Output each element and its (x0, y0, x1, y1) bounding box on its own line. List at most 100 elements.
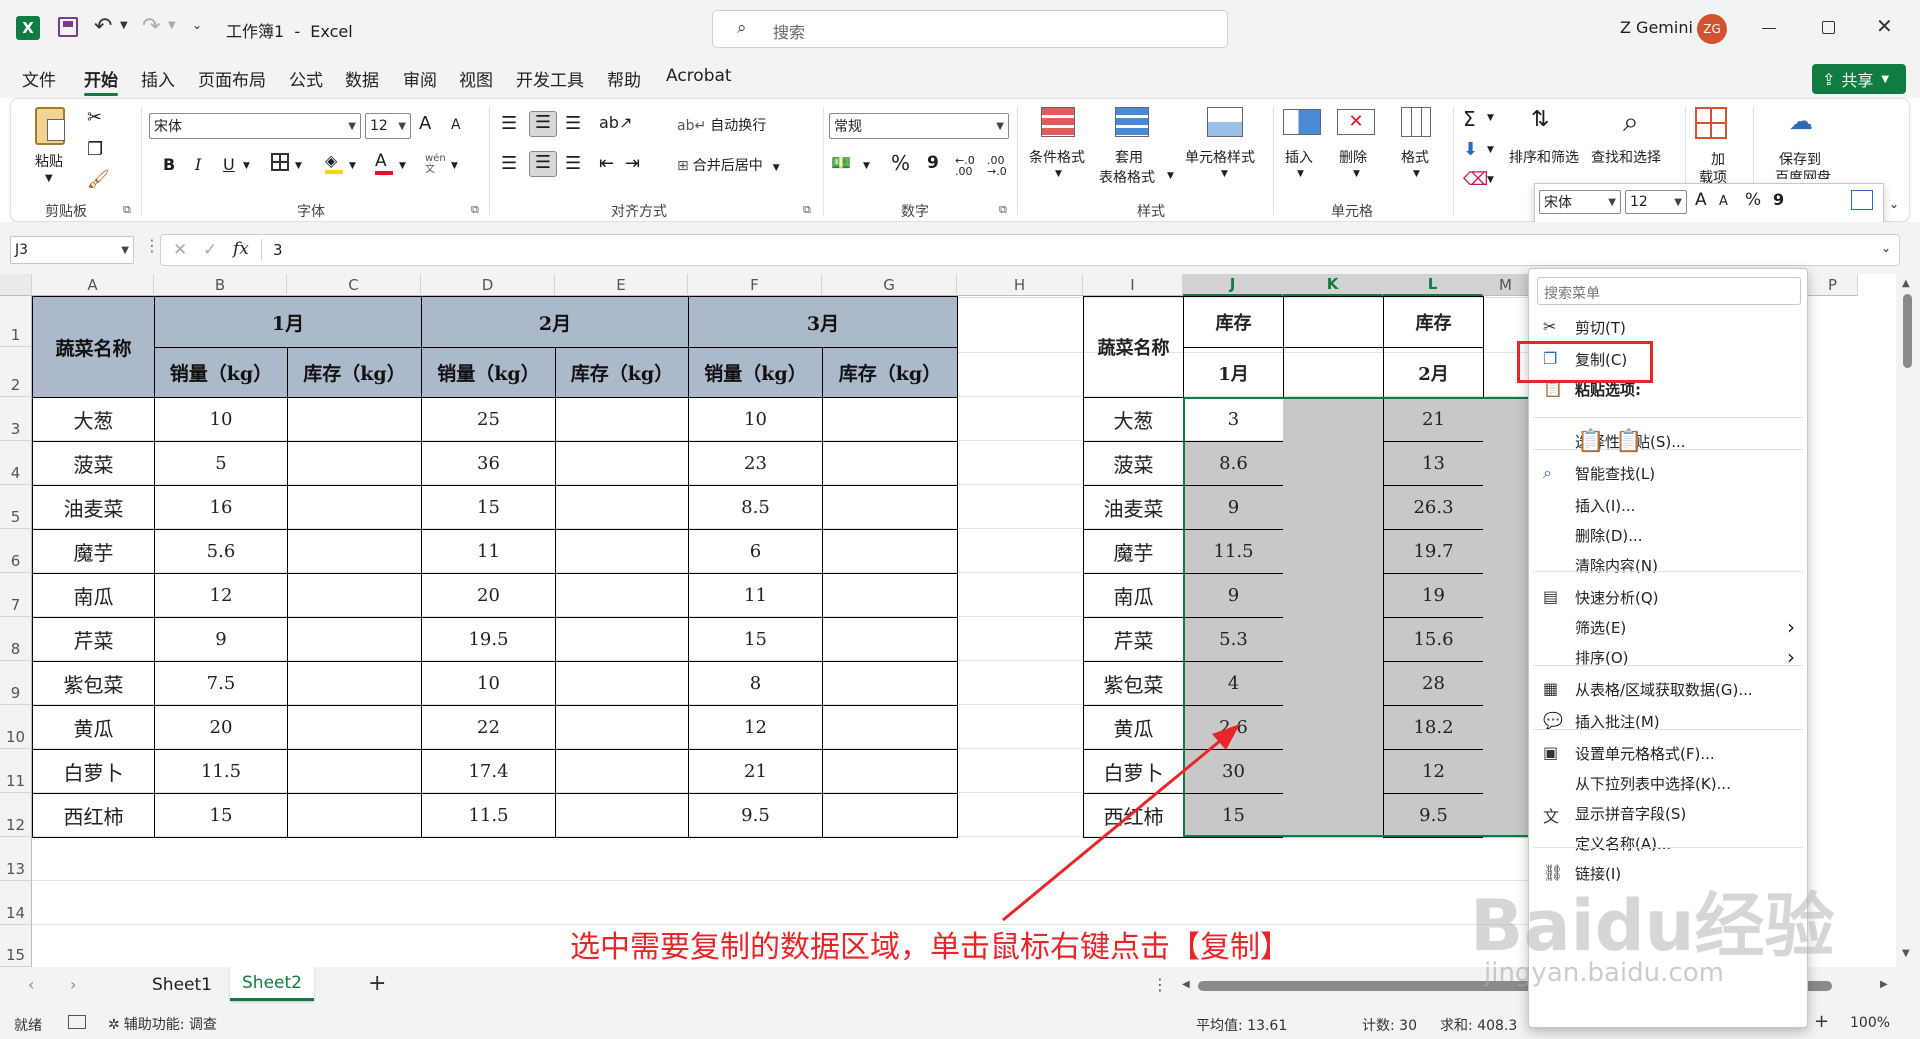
baidu-save-line1[interactable]: 保存到 (1779, 149, 1821, 169)
context-menu-item[interactable]: 选择性粘贴(S)... (1529, 425, 1809, 457)
conditional-format-icon[interactable] (1041, 107, 1075, 137)
number-launcher-icon[interactable]: ⧉ (999, 203, 1007, 217)
context-menu-item[interactable]: 从下拉列表中选择(K)... (1529, 767, 1809, 799)
accessibility-status[interactable]: ✲ 辅助功能: 调查 (108, 1014, 217, 1034)
insert-function-icon[interactable]: fx (233, 239, 249, 259)
align-left-icon[interactable]: ☰ (501, 153, 517, 174)
addins-icon[interactable] (1695, 107, 1727, 139)
paste-dropdown-icon[interactable]: ▼ (45, 173, 53, 184)
find-select-button[interactable]: 查找和选择 (1591, 147, 1661, 167)
increase-decimal-icon[interactable]: ←.0.00 (955, 155, 975, 177)
status-average[interactable]: 平均值: 13.61 (1196, 1015, 1287, 1035)
undo-dropdown-icon[interactable]: ▼ (120, 20, 128, 31)
macro-record-icon[interactable] (68, 1015, 86, 1029)
paste-button[interactable]: 粘贴 (35, 151, 63, 171)
paste-option-keep-icon[interactable]: 📋 (1577, 429, 1604, 454)
h-scroll-left-icon[interactable]: ◀ (1182, 979, 1190, 990)
alignment-launcher-icon[interactable]: ⧉ (803, 203, 811, 217)
delete-dropdown-icon[interactable]: ▼ (1353, 169, 1360, 179)
mini-size-select[interactable]: 12 ▼ (1625, 190, 1687, 214)
font-color-icon[interactable]: A (375, 151, 393, 175)
tab-acrobat[interactable]: Acrobat (666, 66, 732, 90)
tab-formulas[interactable]: 公式 (289, 66, 323, 91)
status-count[interactable]: 计数: 30 (1362, 1015, 1417, 1035)
align-top-icon[interactable]: ☰ (501, 113, 517, 134)
minimize-icon[interactable] (1762, 28, 1776, 29)
context-menu-item[interactable]: 💬 插入批注(M) (1529, 705, 1809, 737)
close-icon[interactable]: ✕ (1876, 14, 1893, 38)
undo-icon[interactable]: ↶ (94, 14, 112, 39)
orientation-icon[interactable]: ab↗ (599, 113, 632, 132)
format-cells-icon[interactable] (1401, 107, 1431, 137)
tab-help[interactable]: 帮助 (607, 66, 641, 91)
more-icon[interactable]: ⋮ (144, 236, 160, 255)
name-box[interactable]: J3 ▼ (10, 236, 134, 264)
mini-comma-icon[interactable]: 9 (1773, 190, 1784, 209)
h-scroll-right-icon[interactable]: ▶ (1880, 979, 1888, 990)
phonetic-icon[interactable]: wén 文 (425, 153, 446, 175)
clear-icon[interactable]: ⌫ (1463, 169, 1488, 190)
cancel-icon[interactable]: ✕ (173, 240, 187, 260)
zoom-level[interactable]: 100% (1850, 1015, 1890, 1031)
align-bottom-icon[interactable]: ☰ (565, 113, 581, 134)
vertical-scrollbar[interactable]: ▲ ▼ (1896, 274, 1920, 967)
underline-dropdown-icon[interactable]: ▼ (243, 161, 250, 171)
scroll-down-icon[interactable]: ▼ (1902, 948, 1910, 959)
bold-button[interactable]: B (163, 155, 175, 174)
underline-button[interactable]: U (223, 155, 235, 174)
percent-button[interactable]: % (891, 151, 910, 175)
paste-icon[interactable] (35, 107, 65, 145)
shrink-font-icon[interactable]: A (451, 117, 461, 133)
wrap-text-button[interactable]: ab↵ 自动换行 (677, 115, 766, 135)
mini-percent-icon[interactable]: % (1745, 190, 1761, 210)
conditional-dropdown-icon[interactable]: ▼ (1055, 169, 1062, 179)
context-menu-item[interactable]: 文显示拼音字段(S) (1529, 797, 1809, 829)
column-header-P[interactable]: P (1808, 274, 1858, 296)
tab-home[interactable]: 开始 (84, 66, 118, 96)
format-as-table-icon[interactable] (1115, 107, 1149, 137)
context-menu-item[interactable]: 排序(O) › (1529, 641, 1809, 673)
decrease-decimal-icon[interactable]: .00 →.0 (987, 155, 1007, 177)
find-select-icon[interactable]: ⌕ (1623, 105, 1639, 139)
tab-review[interactable]: 审阅 (403, 66, 437, 91)
font-color-dropdown-icon[interactable]: ▼ (399, 161, 406, 171)
align-right-icon[interactable]: ☰ (565, 153, 581, 174)
status-sum[interactable]: 求和: 408.3 (1440, 1015, 1517, 1035)
autosum-dropdown-icon[interactable]: ▼ (1487, 113, 1494, 123)
redo-dropdown-icon[interactable]: ▼ (168, 20, 176, 31)
format-table-dropdown-icon[interactable]: ▼ (1167, 171, 1174, 181)
fill-color-icon[interactable]: ◈ (325, 151, 343, 174)
expand-formula-icon[interactable]: ⌄ (1881, 241, 1891, 255)
share-button[interactable]: ⇪ 共享 ▼ (1812, 64, 1906, 94)
enter-icon[interactable]: ✓ (203, 240, 217, 260)
format-as-table-line2[interactable]: 表格格式 (1099, 167, 1155, 187)
restore-icon[interactable] (1822, 21, 1835, 34)
tab-file[interactable]: 文件 (22, 66, 56, 91)
border-icon[interactable] (271, 153, 289, 171)
autosum-icon[interactable]: Σ (1463, 107, 1476, 131)
scroll-up-icon[interactable]: ▲ (1902, 278, 1910, 289)
zoom-in-icon[interactable]: + (1814, 1011, 1829, 1032)
copy-icon[interactable]: ❐ (87, 139, 103, 160)
cell-styles-icon[interactable] (1207, 107, 1243, 137)
conditional-format-button[interactable]: 条件格式 (1029, 147, 1085, 167)
comma-button[interactable]: 9 (927, 153, 939, 173)
next-sheet-icon[interactable]: › (70, 975, 76, 994)
context-menu-item[interactable]: 插入(I)... (1529, 489, 1809, 521)
paste-option-values-icon[interactable]: 📋 (1615, 429, 1642, 454)
search-box[interactable]: ⌕ 搜索 (712, 10, 1228, 48)
user-name[interactable]: Z Gemini (1620, 18, 1693, 37)
fill-down-dropdown-icon[interactable]: ▼ (1487, 145, 1494, 155)
context-menu-item[interactable]: 筛选(E) › (1529, 611, 1809, 643)
context-menu-item[interactable]: ▤ 快速分析(Q) (1529, 581, 1809, 613)
increase-indent-icon[interactable]: ⇥ (625, 153, 640, 174)
border-dropdown-icon[interactable]: ▼ (295, 161, 302, 171)
context-menu-item[interactable]: 删除(D)... (1529, 519, 1809, 551)
font-launcher-icon[interactable]: ⧉ (471, 203, 479, 217)
insert-dropdown-icon[interactable]: ▼ (1297, 169, 1304, 179)
tab-data[interactable]: 数据 (345, 66, 379, 91)
align-middle-icon[interactable]: ☰ (529, 111, 557, 137)
tab-page-layout[interactable]: 页面布局 (198, 66, 266, 91)
context-menu-item[interactable]: ▦ 从表格/区域获取数据(G)... (1529, 673, 1809, 705)
sheet-tab-sheet1[interactable]: Sheet1 (152, 975, 212, 995)
